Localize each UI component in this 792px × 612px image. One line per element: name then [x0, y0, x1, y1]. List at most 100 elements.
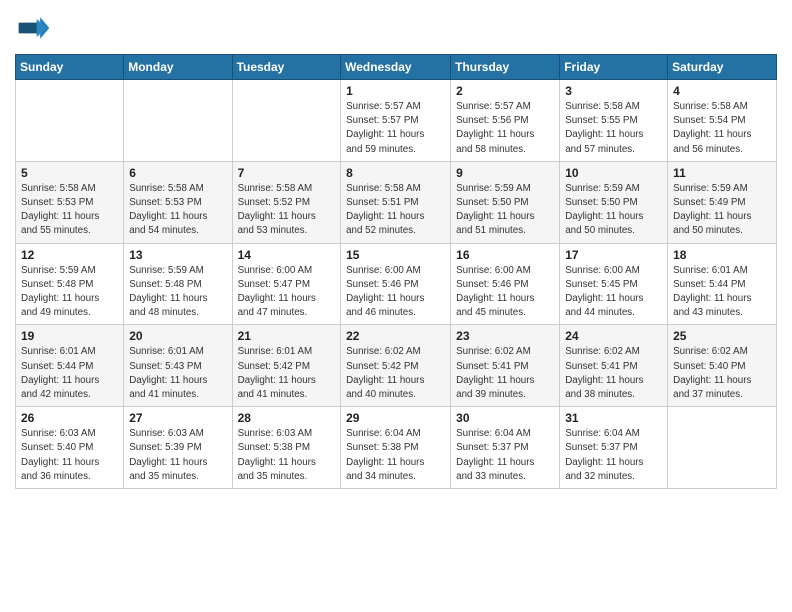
day-info: Sunrise: 5:58 AM Sunset: 5:52 PM Dayligh… [238, 182, 336, 239]
day-info: Sunrise: 5:59 AM Sunset: 5:50 PM Dayligh… [565, 182, 662, 239]
calendar-header-row: SundayMondayTuesdayWednesdayThursdayFrid… [16, 55, 777, 80]
day-number: 1 [346, 84, 445, 98]
calendar-cell-w3d3: 22Sunrise: 6:02 AM Sunset: 5:42 PM Dayli… [341, 325, 451, 407]
day-info: Sunrise: 5:58 AM Sunset: 5:55 PM Dayligh… [565, 100, 662, 157]
day-number: 10 [565, 166, 662, 180]
calendar-cell-w4d4: 30Sunrise: 6:04 AM Sunset: 5:37 PM Dayli… [451, 407, 560, 489]
day-info: Sunrise: 6:00 AM Sunset: 5:46 PM Dayligh… [456, 264, 554, 321]
day-info: Sunrise: 5:58 AM Sunset: 5:51 PM Dayligh… [346, 182, 445, 239]
calendar-week-0: 1 Sunrise: 5:57 AM Sunset: 5:57 PM Daylig… [16, 80, 777, 162]
calendar-cell-w2d5: 17 Sunrise: 6:00 AM Sunset: 5:45 PM Dayli… [560, 243, 668, 325]
calendar-header-saturday: Saturday [668, 55, 777, 80]
day-info: Sunrise: 6:02 AM Sunset: 5:41 PM Dayligh… [565, 345, 662, 402]
calendar-header-friday: Friday [560, 55, 668, 80]
day-info: Sunrise: 6:03 AM Sunset: 5:38 PM Dayligh… [238, 427, 336, 484]
day-info: Sunrise: 6:02 AM Sunset: 5:40 PM Dayligh… [673, 345, 771, 402]
calendar-header-wednesday: Wednesday [341, 55, 451, 80]
day-info: Sunrise: 6:00 AM Sunset: 5:46 PM Dayligh… [346, 264, 445, 321]
day-number: 16 [456, 248, 554, 262]
calendar-cell-w3d1: 20 Sunrise: 6:01 AM Sunset: 5:43 PM Dayli… [124, 325, 232, 407]
calendar-cell-w3d5: 24 Sunrise: 6:02 AM Sunset: 5:41 PM Dayli… [560, 325, 668, 407]
calendar-cell-w2d4: 16 Sunrise: 6:00 AM Sunset: 5:46 PM Dayli… [451, 243, 560, 325]
calendar-cell-w0d0 [16, 80, 124, 162]
calendar-cell-w3d6: 25 Sunrise: 6:02 AM Sunset: 5:40 PM Dayli… [668, 325, 777, 407]
header [15, 10, 777, 46]
calendar-cell-w4d2: 28 Sunrise: 6:03 AM Sunset: 5:38 PM Dayli… [232, 407, 341, 489]
calendar-cell-w4d6 [668, 407, 777, 489]
day-info: Sunrise: 6:00 AM Sunset: 5:47 PM Dayligh… [238, 264, 336, 321]
day-number: 18 [673, 248, 771, 262]
day-info: Sunrise: 6:01 AM Sunset: 5:43 PM Dayligh… [129, 345, 226, 402]
calendar-cell-w4d5: 31Sunrise: 6:04 AM Sunset: 5:37 PM Dayli… [560, 407, 668, 489]
day-info: Sunrise: 6:01 AM Sunset: 5:44 PM Dayligh… [673, 264, 771, 321]
logo-icon [15, 10, 51, 46]
day-number: 26 [21, 411, 118, 425]
calendar-cell-w1d2: 7 Sunrise: 5:58 AM Sunset: 5:52 PM Daylig… [232, 161, 341, 243]
calendar-header-tuesday: Tuesday [232, 55, 341, 80]
calendar-cell-w4d1: 27 Sunrise: 6:03 AM Sunset: 5:39 PM Dayli… [124, 407, 232, 489]
day-number: 17 [565, 248, 662, 262]
day-number: 31 [565, 411, 662, 425]
day-info: Sunrise: 6:02 AM Sunset: 5:41 PM Dayligh… [456, 345, 554, 402]
day-info: Sunrise: 6:03 AM Sunset: 5:39 PM Dayligh… [129, 427, 226, 484]
calendar-cell-w1d0: 5 Sunrise: 5:58 AM Sunset: 5:53 PM Daylig… [16, 161, 124, 243]
calendar-cell-w2d1: 13 Sunrise: 5:59 AM Sunset: 5:48 PM Dayli… [124, 243, 232, 325]
calendar-cell-w1d3: 8 Sunrise: 5:58 AM Sunset: 5:51 PM Daylig… [341, 161, 451, 243]
calendar-cell-w0d3: 1 Sunrise: 5:57 AM Sunset: 5:57 PM Daylig… [341, 80, 451, 162]
calendar-cell-w4d3: 29Sunrise: 6:04 AM Sunset: 5:38 PM Dayli… [341, 407, 451, 489]
day-number: 21 [238, 329, 336, 343]
day-info: Sunrise: 5:57 AM Sunset: 5:57 PM Dayligh… [346, 100, 445, 157]
calendar-cell-w3d0: 19Sunrise: 6:01 AM Sunset: 5:44 PM Dayli… [16, 325, 124, 407]
day-info: Sunrise: 5:59 AM Sunset: 5:50 PM Dayligh… [456, 182, 554, 239]
day-number: 23 [456, 329, 554, 343]
day-info: Sunrise: 5:59 AM Sunset: 5:48 PM Dayligh… [129, 264, 226, 321]
calendar-week-1: 5 Sunrise: 5:58 AM Sunset: 5:53 PM Daylig… [16, 161, 777, 243]
calendar-cell-w3d4: 23 Sunrise: 6:02 AM Sunset: 5:41 PM Dayli… [451, 325, 560, 407]
day-info: Sunrise: 6:01 AM Sunset: 5:44 PM Dayligh… [21, 345, 118, 402]
day-info: Sunrise: 5:57 AM Sunset: 5:56 PM Dayligh… [456, 100, 554, 157]
calendar-cell-w1d6: 11 Sunrise: 5:59 AM Sunset: 5:49 PM Dayli… [668, 161, 777, 243]
day-number: 13 [129, 248, 226, 262]
day-number: 28 [238, 411, 336, 425]
day-number: 8 [346, 166, 445, 180]
page: SundayMondayTuesdayWednesdayThursdayFrid… [0, 0, 792, 612]
day-number: 11 [673, 166, 771, 180]
calendar-cell-w1d4: 9 Sunrise: 5:59 AM Sunset: 5:50 PM Daylig… [451, 161, 560, 243]
day-info: Sunrise: 5:58 AM Sunset: 5:54 PM Dayligh… [673, 100, 771, 157]
calendar-header-thursday: Thursday [451, 55, 560, 80]
calendar-cell-w0d6: 4 Sunrise: 5:58 AM Sunset: 5:54 PM Daylig… [668, 80, 777, 162]
day-info: Sunrise: 6:02 AM Sunset: 5:42 PM Dayligh… [346, 345, 445, 402]
calendar-cell-w0d1 [124, 80, 232, 162]
logo [15, 10, 55, 46]
calendar-week-3: 19Sunrise: 6:01 AM Sunset: 5:44 PM Dayli… [16, 325, 777, 407]
day-number: 24 [565, 329, 662, 343]
day-info: Sunrise: 5:58 AM Sunset: 5:53 PM Dayligh… [21, 182, 118, 239]
day-number: 4 [673, 84, 771, 98]
day-number: 9 [456, 166, 554, 180]
day-number: 15 [346, 248, 445, 262]
calendar-cell-w0d5: 3Sunrise: 5:58 AM Sunset: 5:55 PM Daylig… [560, 80, 668, 162]
day-number: 2 [456, 84, 554, 98]
day-info: Sunrise: 6:04 AM Sunset: 5:38 PM Dayligh… [346, 427, 445, 484]
day-info: Sunrise: 5:58 AM Sunset: 5:53 PM Dayligh… [129, 182, 226, 239]
calendar-week-2: 12 Sunrise: 5:59 AM Sunset: 5:48 PM Dayli… [16, 243, 777, 325]
calendar-table: SundayMondayTuesdayWednesdayThursdayFrid… [15, 54, 777, 489]
calendar-header-sunday: Sunday [16, 55, 124, 80]
calendar-cell-w2d0: 12 Sunrise: 5:59 AM Sunset: 5:48 PM Dayli… [16, 243, 124, 325]
day-info: Sunrise: 6:03 AM Sunset: 5:40 PM Dayligh… [21, 427, 118, 484]
day-info: Sunrise: 6:04 AM Sunset: 5:37 PM Dayligh… [456, 427, 554, 484]
day-number: 5 [21, 166, 118, 180]
day-info: Sunrise: 5:59 AM Sunset: 5:49 PM Dayligh… [673, 182, 771, 239]
calendar-cell-w4d0: 26 Sunrise: 6:03 AM Sunset: 5:40 PM Dayli… [16, 407, 124, 489]
calendar-cell-w1d5: 10 Sunrise: 5:59 AM Sunset: 5:50 PM Dayli… [560, 161, 668, 243]
calendar-cell-w2d3: 15 Sunrise: 6:00 AM Sunset: 5:46 PM Dayli… [341, 243, 451, 325]
day-number: 20 [129, 329, 226, 343]
day-number: 7 [238, 166, 336, 180]
day-number: 25 [673, 329, 771, 343]
day-number: 27 [129, 411, 226, 425]
calendar-header-monday: Monday [124, 55, 232, 80]
day-info: Sunrise: 6:00 AM Sunset: 5:45 PM Dayligh… [565, 264, 662, 321]
calendar-cell-w3d2: 21Sunrise: 6:01 AM Sunset: 5:42 PM Dayli… [232, 325, 341, 407]
day-info: Sunrise: 5:59 AM Sunset: 5:48 PM Dayligh… [21, 264, 118, 321]
day-number: 12 [21, 248, 118, 262]
